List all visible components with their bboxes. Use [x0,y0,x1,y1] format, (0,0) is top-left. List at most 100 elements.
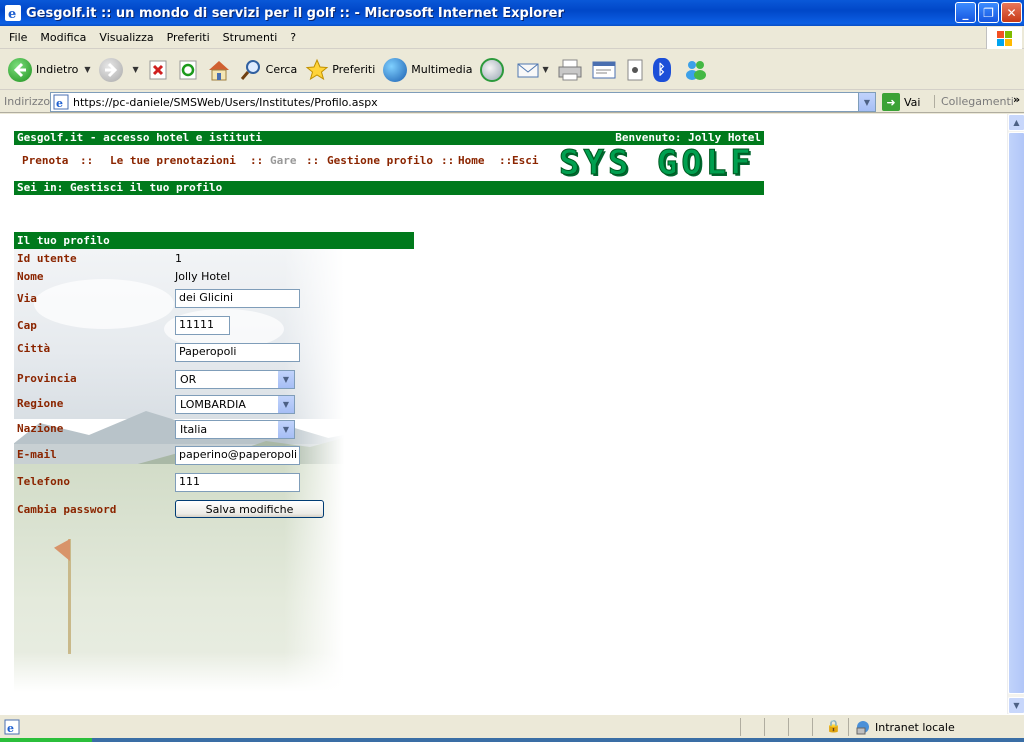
discuss-icon [627,59,643,80]
edit-icon [592,61,616,78]
page-status-icon: e [4,719,20,735]
menu-modifica[interactable]: Modifica [40,31,86,44]
save-button[interactable]: Salva modifiche [175,500,324,518]
provincia-select[interactable]: OR ▼ [175,370,295,389]
status-bar: e 🔒 Intranet locale [0,714,1024,738]
page-icon: e [53,94,69,110]
scroll-up-icon[interactable]: ▲ [1008,114,1024,131]
discuss-button[interactable] [621,53,649,87]
label-regione: Regione [17,397,64,410]
links-label: Collegamenti [941,95,1014,108]
print-button[interactable] [553,53,587,87]
address-dropdown-icon[interactable]: ▼ [858,93,875,111]
menu-strumenti[interactable]: Strumenti [223,31,278,44]
nav-gare[interactable]: Gare [270,154,297,167]
nav-esci[interactable]: Esci [512,154,539,167]
menu-visualizza[interactable]: Visualizza [99,31,153,44]
printer-icon [558,59,582,80]
back-arrow-icon [8,57,32,82]
chevron-right-icon[interactable]: » [1013,93,1020,106]
back-dropdown-icon[interactable]: ▼ [84,65,90,74]
vertical-scrollbar[interactable]: ▲ ▼ [1007,114,1024,714]
citta-input[interactable]: Paperopoli [175,343,300,362]
svg-text:e: e [7,722,14,735]
forward-dropdown-icon[interactable]: ▼ [133,65,139,74]
address-input[interactable]: e https://pc-daniele/SMSWeb/Users/Instit… [50,92,876,112]
label-id-utente: Id utente [17,252,77,265]
lock-icon: 🔒 [826,719,841,733]
mail-icon [517,63,539,77]
menu-preferiti[interactable]: Preferiti [167,31,210,44]
nav-separator: :: [441,154,455,167]
back-button[interactable]: Indietro ▼ [4,53,95,87]
chevron-down-icon[interactable]: ▼ [277,371,294,388]
regione-select[interactable]: LOMBARDIA ▼ [175,395,295,414]
media-globe-icon [383,57,408,82]
mail-button[interactable]: ▼ [512,53,552,87]
nav-separator: :: [499,154,513,167]
nav-separator: :: [306,154,320,167]
nav-separator: :: [250,154,264,167]
mail-dropdown-icon[interactable]: ▼ [542,65,548,74]
forward-button[interactable]: ▼ [95,53,143,87]
nav-gestione-profilo[interactable]: Gestione profilo [327,154,433,167]
chevron-down-icon[interactable]: ▼ [277,396,294,413]
breadcrumb: Sei in: Gestisci il tuo profilo [14,181,764,195]
history-icon [480,57,505,82]
star-icon [305,58,329,80]
value-nome: Jolly Hotel [175,270,231,283]
chevron-down-icon[interactable]: ▼ [277,421,294,438]
bluetooth-button[interactable]: ᛒ [649,53,679,87]
stop-button[interactable] [143,53,173,87]
favorites-button[interactable]: Preferiti [301,53,379,87]
home-button[interactable] [203,53,235,87]
nav-prenotazioni[interactable]: Le tue prenotazioni [110,154,236,167]
window-title: Gesgolf.it :: un mondo di servizi per il… [26,5,564,21]
change-password-link[interactable]: Cambia password [17,503,116,516]
title-bar: e Gesgolf.it :: un mondo di servizi per … [0,0,1024,26]
profile-header: Il tuo profilo [14,232,414,249]
nav-prenota[interactable]: Prenota [22,154,68,167]
edit-button[interactable] [587,53,621,87]
close-button[interactable]: ✕ [1001,2,1022,23]
search-icon [240,59,260,80]
label-nome: Nome [17,270,44,283]
value-id-utente: 1 [175,252,182,265]
history-button[interactable] [476,53,512,87]
sys-golf-logo: SYS GOLF [559,143,755,184]
intranet-globe-icon [856,721,869,735]
go-label: Vai [904,95,921,109]
media-button[interactable]: Multimedia [379,53,476,87]
scroll-down-icon[interactable]: ▼ [1008,697,1024,714]
messenger-button[interactable] [679,53,713,87]
email-input[interactable]: paperino@paperopoli [175,446,300,465]
cap-input[interactable]: 11111 [175,316,230,335]
links-toolbar[interactable]: Collegamenti » [934,93,1020,108]
home-icon [208,60,229,80]
go-button[interactable]: ➜ Vai [882,93,920,111]
maximize-button[interactable]: ❐ [978,2,999,23]
scroll-thumb[interactable] [1008,132,1024,694]
nav-home[interactable]: Home [458,154,485,167]
label-telefono: Telefono [17,475,70,488]
menu-file[interactable]: File [9,31,27,44]
security-zone: Intranet locale [848,718,1018,736]
nazione-select[interactable]: Italia ▼ [175,420,295,439]
menu-help[interactable]: ? [290,31,296,44]
address-bar: Indirizzo e https://pc-daniele/SMSWeb/Us… [0,91,1024,113]
forward-arrow-icon [98,57,123,82]
stop-icon [149,60,167,79]
page-content: Gesgolf.it - accesso hotel e istituti Be… [0,114,1007,714]
label-provincia: Provincia [17,372,77,385]
label-email: E-mail [17,448,57,461]
address-label: Indirizzo [4,95,51,108]
search-button[interactable]: Cerca [235,53,302,87]
telefono-input[interactable]: 111 [175,473,300,492]
search-label: Cerca [265,63,298,76]
via-input[interactable]: dei Glicini [175,289,300,308]
zone-label: Intranet locale [875,720,955,734]
minimize-button[interactable]: _ [955,2,976,23]
refresh-button[interactable] [173,53,203,87]
go-arrow-icon: ➜ [882,93,900,111]
label-cap: Cap [17,319,37,332]
